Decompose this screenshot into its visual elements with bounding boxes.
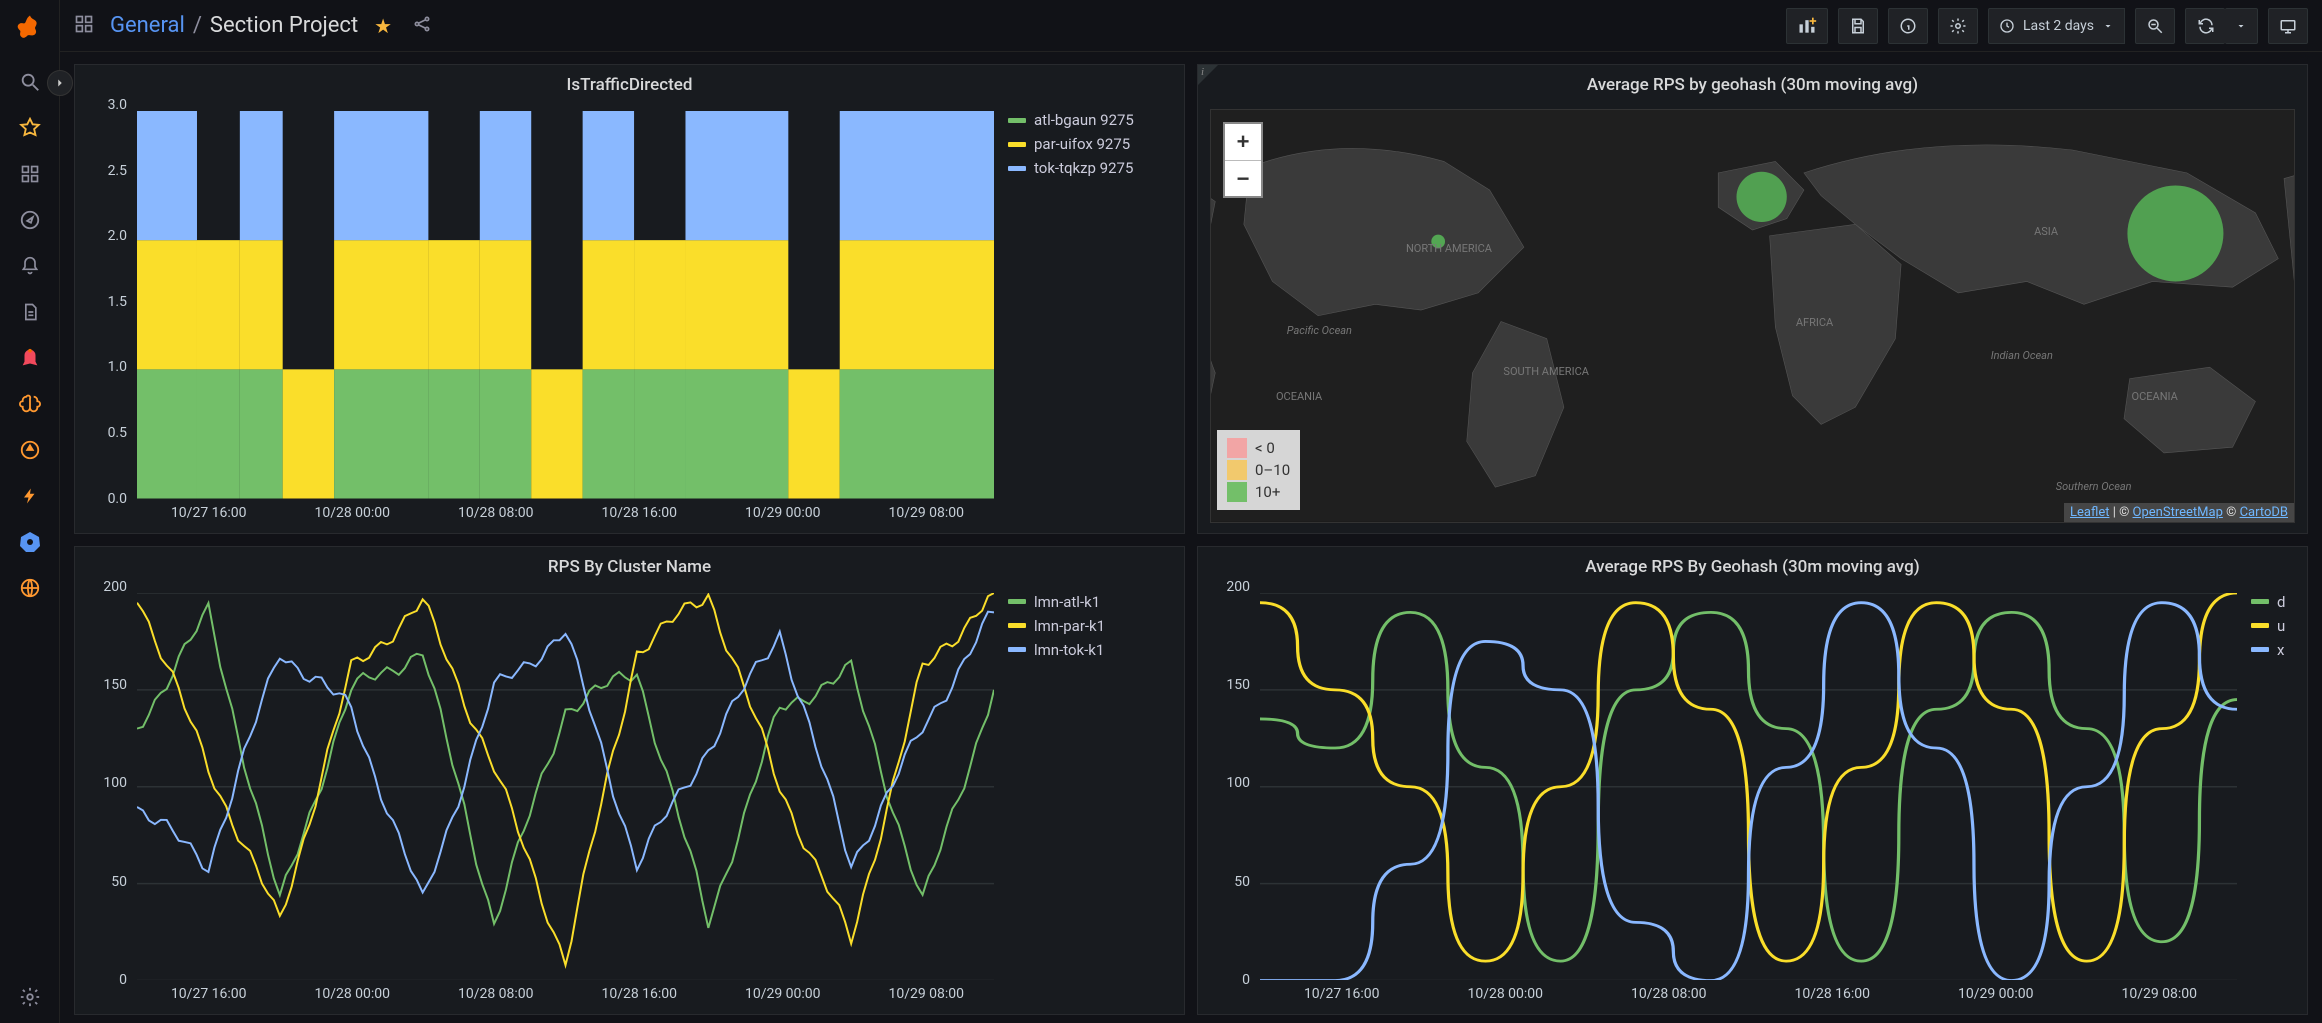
map-zoom-controls: + −	[1223, 122, 1263, 198]
brain-icon[interactable]	[16, 390, 44, 418]
map-point-x[interactable]	[2127, 185, 2223, 281]
sidebar-expand-button[interactable]	[47, 70, 73, 96]
legend-item[interactable]: lmn-tok-k1	[1008, 641, 1174, 659]
panel-rps-geohash[interactable]: Average RPS By Geohash (30m moving avg) …	[1197, 546, 2308, 1016]
map-attribution: Leaflet | © OpenStreetMap © CartoDB	[2064, 503, 2294, 522]
legend-item[interactable]: x	[2251, 641, 2297, 659]
sidebar	[0, 0, 60, 1023]
globe-icon[interactable]	[16, 574, 44, 602]
panel-title: RPS By Cluster Name	[75, 547, 1184, 581]
settings-icon[interactable]	[16, 983, 44, 1011]
topbar: General / Section Project ★ Last 2 days	[60, 0, 2322, 52]
alert-icon[interactable]	[16, 344, 44, 372]
add-panel-button[interactable]	[1786, 8, 1828, 44]
refresh-interval-button[interactable]	[2225, 8, 2258, 44]
grafana-logo[interactable]	[12, 10, 48, 46]
search-icon[interactable]	[16, 68, 44, 96]
compass-icon[interactable]	[16, 206, 44, 234]
dashboard-grid: IsTrafficDirected 0.00.51.01.52.02.53.0 …	[60, 52, 2322, 1023]
refresh-button[interactable]	[2185, 8, 2225, 44]
legend-item[interactable]: d	[2251, 593, 2297, 611]
breadcrumb-sep: /	[193, 13, 202, 38]
oncall-icon[interactable]	[16, 436, 44, 464]
chart-traffic[interactable]: 0.00.51.01.52.02.53.0 10/27 16:0010/28 0…	[81, 105, 998, 529]
legend-item[interactable]: u	[2251, 617, 2297, 635]
star-icon[interactable]	[16, 114, 44, 142]
settings-button[interactable]	[1938, 8, 1978, 44]
carto-link[interactable]: CartoDB	[2240, 505, 2288, 520]
time-range-label: Last 2 days	[2023, 18, 2094, 34]
chart-rps-geohash[interactable]: 050100150200 10/27 16:0010/28 00:0010/28…	[1204, 587, 2241, 1011]
zoom-out-button[interactable]	[2135, 8, 2175, 44]
legend-item[interactable]: atl-bgaun 9275	[1008, 111, 1174, 129]
map-zoom-in-button[interactable]: +	[1225, 124, 1261, 160]
panel-title: Average RPS by geohash (30m moving avg)	[1198, 65, 2307, 99]
breadcrumb: General / Section Project	[110, 13, 358, 38]
map-legend-row: 10+	[1227, 482, 1290, 502]
map-legend-row: 0–10	[1227, 460, 1290, 480]
document-icon[interactable]	[16, 298, 44, 326]
legend-item[interactable]: lmn-atl-k1	[1008, 593, 1174, 611]
chart-rps-cluster[interactable]: 050100150200 10/27 16:0010/28 00:0010/28…	[81, 587, 998, 1011]
legend: lmn-atl-k1 lmn-par-k1 lmn-tok-k1	[1004, 581, 1184, 1015]
legend: atl-bgaun 9275 par-uifox 9275 tok-tqkzp 92…	[1004, 99, 1184, 533]
breadcrumb-root[interactable]: General	[110, 13, 185, 38]
panel-info-corner[interactable]: i	[1198, 65, 1218, 85]
tv-mode-button[interactable]	[2268, 8, 2308, 44]
share-icon[interactable]	[412, 14, 432, 38]
panel-traffic[interactable]: IsTrafficDirected 0.00.51.01.52.02.53.0 …	[74, 64, 1185, 534]
legend-item[interactable]: par-uifox 9275	[1008, 135, 1174, 153]
time-range-button[interactable]: Last 2 days	[1988, 8, 2125, 44]
map-point-u[interactable]	[1736, 172, 1786, 222]
main: General / Section Project ★ Last 2 days	[60, 0, 2322, 1023]
panel-title: Average RPS By Geohash (30m moving avg)	[1198, 547, 2307, 581]
legend-item[interactable]: lmn-par-k1	[1008, 617, 1174, 635]
dashboard-icon	[74, 14, 94, 38]
panel-map[interactable]: i Average RPS by geohash (30m moving avg…	[1197, 64, 2308, 534]
panel-rps-cluster[interactable]: RPS By Cluster Name 050100150200 10/27 1…	[74, 546, 1185, 1016]
legend-item[interactable]: tok-tqkzp 9275	[1008, 159, 1174, 177]
bolt-icon[interactable]	[16, 482, 44, 510]
map-point-d[interactable]	[1431, 235, 1445, 249]
bell-icon[interactable]	[16, 252, 44, 280]
save-button[interactable]	[1838, 8, 1878, 44]
info-button[interactable]	[1888, 8, 1928, 44]
map-zoom-out-button[interactable]: −	[1225, 160, 1261, 196]
map-legend-row: < 0	[1227, 438, 1290, 458]
panel-title: IsTrafficDirected	[75, 65, 1184, 99]
geomap[interactable]: NORTH AMERICA SOUTH AMERICA AFRICA ASIA …	[1210, 109, 2295, 523]
kubernetes-icon[interactable]	[16, 528, 44, 556]
map-legend: < 00–1010+	[1217, 430, 1300, 510]
osm-link[interactable]: OpenStreetMap	[2133, 505, 2223, 520]
favorite-star-icon[interactable]: ★	[374, 14, 392, 38]
apps-icon[interactable]	[16, 160, 44, 188]
leaflet-link[interactable]: Leaflet	[2070, 505, 2110, 520]
legend: dux	[2247, 581, 2307, 1015]
breadcrumb-current: Section Project	[210, 13, 358, 38]
